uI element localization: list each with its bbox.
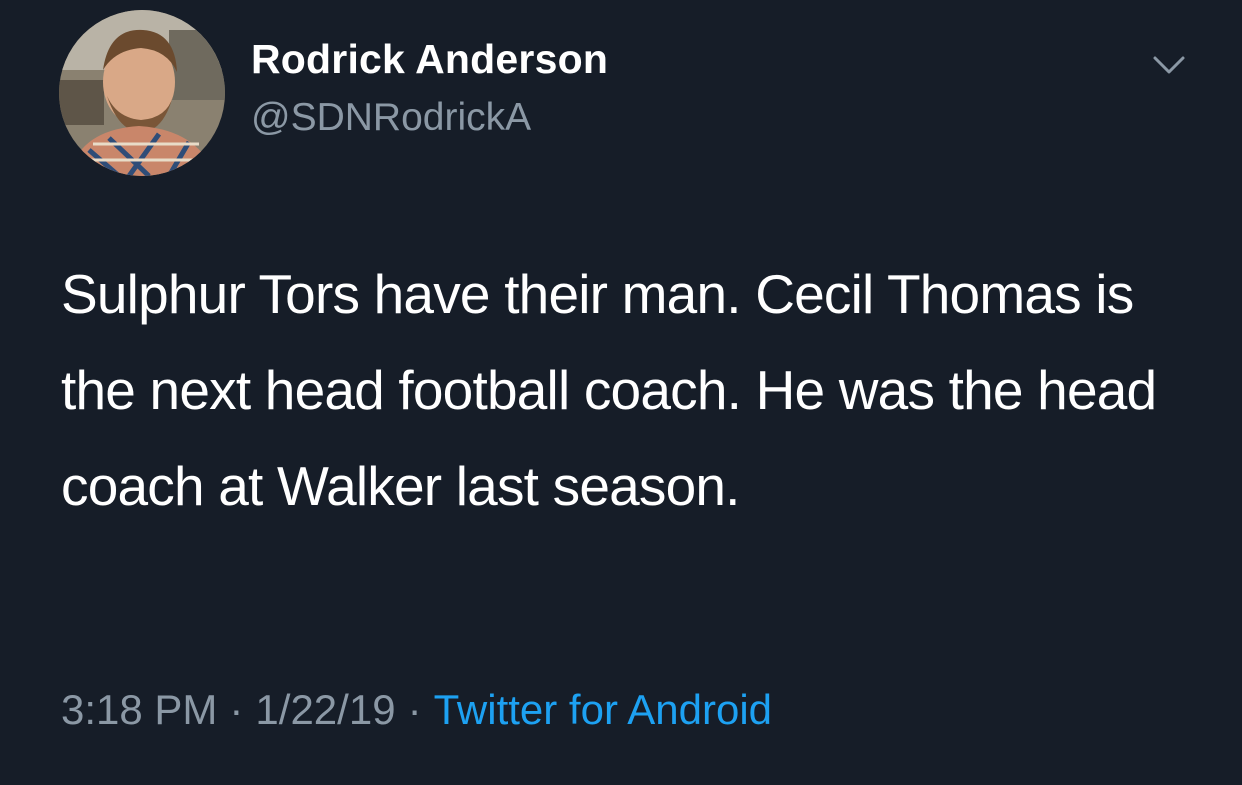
avatar[interactable] bbox=[59, 10, 225, 176]
avatar-image bbox=[59, 10, 225, 176]
tweet-meta: 3:18 PM · 1/22/19 · Twitter for Android bbox=[61, 686, 772, 734]
tweet-date: 1/22/19 bbox=[255, 686, 396, 733]
tweet-source-link[interactable]: Twitter for Android bbox=[434, 686, 772, 733]
author-display-name[interactable]: Rodrick Anderson bbox=[251, 36, 608, 83]
chevron-down-icon[interactable] bbox=[1146, 48, 1192, 82]
tweet-time: 3:18 PM bbox=[61, 686, 218, 733]
meta-separator: · bbox=[407, 686, 422, 733]
meta-separator: · bbox=[229, 686, 244, 733]
tweet-text: Sulphur Tors have their man. Cecil Thoma… bbox=[61, 263, 1157, 517]
author-handle[interactable]: @SDNRodrickA bbox=[251, 96, 531, 140]
